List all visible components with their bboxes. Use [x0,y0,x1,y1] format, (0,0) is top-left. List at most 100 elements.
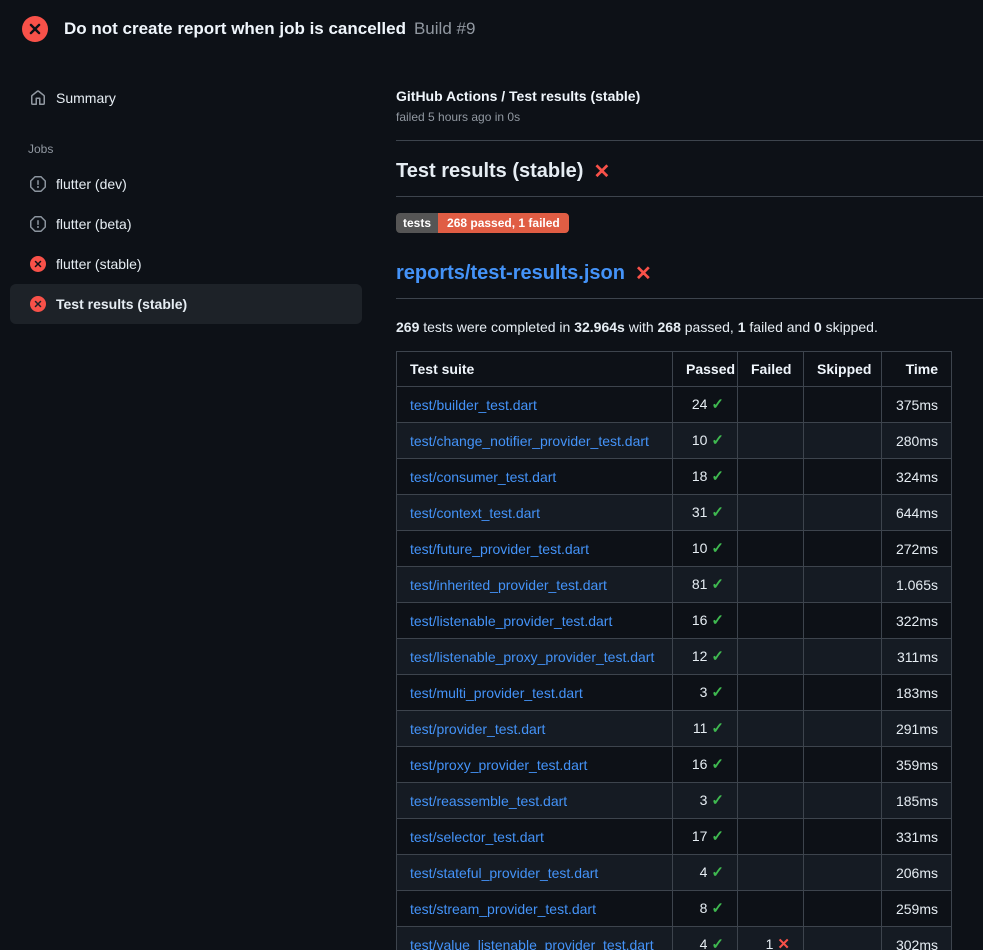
skipped-cell [804,747,882,783]
test-suite-link[interactable]: test/consumer_test.dart [410,469,556,485]
test-suite-link[interactable]: test/multi_provider_test.dart [410,685,583,701]
test-suite-cell: test/proxy_provider_test.dart [397,747,673,783]
test-suite-link[interactable]: test/provider_test.dart [410,721,545,737]
passed-cell: 10✓ [673,531,738,567]
count-value: 16 [692,612,708,628]
table-row: test/stateful_provider_test.dart4✓206ms [397,855,952,891]
page-title: Do not create report when job is cancell… [64,19,406,39]
failed-cell [738,567,804,603]
test-suite-link[interactable]: test/stream_provider_test.dart [410,901,596,917]
check-name: GitHub Actions / Test results (stable) [396,88,983,104]
check-icon: ✓ [711,396,724,413]
test-suite-link[interactable]: test/listenable_provider_test.dart [410,613,612,629]
column-header-test-suite: Test suite [397,352,673,387]
test-suite-link[interactable]: test/builder_test.dart [410,397,537,413]
results-table: Test suitePassedFailedSkippedTime test/b… [396,351,952,950]
stop-icon [30,176,46,192]
test-suite-link[interactable]: test/selector_test.dart [410,829,544,845]
summary-line: 269 tests were completed in 32.964s with… [396,319,983,335]
count-value: 16 [692,756,708,772]
skipped-cell [804,711,882,747]
skipped-cell [804,855,882,891]
test-suite-link[interactable]: test/reassemble_test.dart [410,793,567,809]
time-cell: 375ms [882,387,952,423]
table-row: test/builder_test.dart24✓375ms [397,387,952,423]
check-icon: ✓ [711,648,724,665]
failed-cell: 1✕ [738,927,804,950]
test-suite-link[interactable]: test/stateful_provider_test.dart [410,865,598,881]
check-icon: ✓ [711,792,724,809]
time-cell: 311ms [882,639,952,675]
check-icon: ✓ [711,864,724,881]
skipped-cell [804,891,882,927]
test-suite-cell: test/provider_test.dart [397,711,673,747]
time-cell: 280ms [882,423,952,459]
status-line: failed 5 hours ago in 0s [396,110,983,124]
test-suite-cell: test/reassemble_test.dart [397,783,673,819]
summary-segment: failed and [746,319,815,335]
main-panel: GitHub Actions / Test results (stable) f… [380,58,983,950]
table-row: test/stream_provider_test.dart 8✓ 259ms [397,891,952,927]
failed-cell [738,459,804,495]
table-header-row: Test suitePassedFailedSkippedTime [397,352,952,387]
skipped-cell [804,423,882,459]
count-value: 12 [692,648,708,664]
table-row: test/reassemble_test.dart3✓185ms [397,783,952,819]
time-cell: 272ms [882,531,952,567]
passed-cell: 4✓ [673,927,738,950]
test-suite-cell: test/stream_provider_test.dart [397,891,673,927]
tests-badge: tests 268 passed, 1 failed [396,213,569,233]
test-suite-link[interactable]: test/change_notifier_provider_test.dart [410,433,649,449]
sidebar-item-flutter-dev[interactable]: flutter (dev) [10,164,362,204]
time-cell: 302ms [882,927,952,950]
test-suite-link[interactable]: test/context_test.dart [410,505,540,521]
divider [396,140,983,141]
column-header-time: Time [882,352,952,387]
time-cell: 291ms [882,711,952,747]
sidebar-item-summary[interactable]: Summary [10,78,362,118]
time-cell: 1.065s [882,567,952,603]
passed-cell: 11✓ [673,711,738,747]
test-suite-cell: test/listenable_provider_test.dart [397,603,673,639]
time-cell: 259ms [882,891,952,927]
check-icon: ✓ [711,540,724,557]
test-suite-cell: test/stateful_provider_test.dart [397,855,673,891]
home-icon [30,90,46,106]
summary-segment: 269 [396,319,419,335]
test-suite-cell: test/consumer_test.dart [397,459,673,495]
failed-cell [738,747,804,783]
summary-segment: tests were completed in [419,319,574,335]
failed-cell [738,855,804,891]
test-suite-link[interactable]: test/listenable_proxy_provider_test.dart [410,649,654,665]
test-suite-link[interactable]: test/future_provider_test.dart [410,541,589,557]
time-cell: 359ms [882,747,952,783]
test-suite-link[interactable]: test/value_listenable_provider_test.dart [410,937,654,950]
sidebar-item-test-results-stable[interactable]: Test results (stable) [10,284,362,324]
test-suite-cell: test/context_test.dart [397,495,673,531]
sidebar-item-flutter-beta[interactable]: flutter (beta) [10,204,362,244]
time-cell: 322ms [882,603,952,639]
test-suite-link[interactable]: test/proxy_provider_test.dart [410,757,587,773]
table-row: test/listenable_provider_test.dart16✓322… [397,603,952,639]
build-number: Build #9 [414,19,475,39]
check-icon: ✓ [711,900,724,917]
sidebar-item-flutter-stable[interactable]: flutter (stable) [10,244,362,284]
passed-cell: 4✓ [673,855,738,891]
passed-cell: 10✓ [673,423,738,459]
summary-segment: 0 [814,319,822,335]
section-heading: Test results (stable) ✕ [396,159,983,197]
count-value: 3 [700,684,708,700]
skipped-cell [804,495,882,531]
section-heading-text: Test results (stable) [396,160,583,183]
time-cell: 644ms [882,495,952,531]
count-value: 10 [692,540,708,556]
test-suite-link[interactable]: test/inherited_provider_test.dart [410,577,607,593]
failed-cell [738,891,804,927]
check-icon: ✓ [711,720,724,737]
count-value: 8 [700,900,708,916]
failed-cell [738,819,804,855]
report-file-link[interactable]: reports/test-results.json [396,262,625,285]
sidebar-jobs-list: flutter (dev)flutter (beta)flutter (stab… [0,164,380,324]
jobs-heading: Jobs [28,142,380,156]
skipped-cell [804,783,882,819]
